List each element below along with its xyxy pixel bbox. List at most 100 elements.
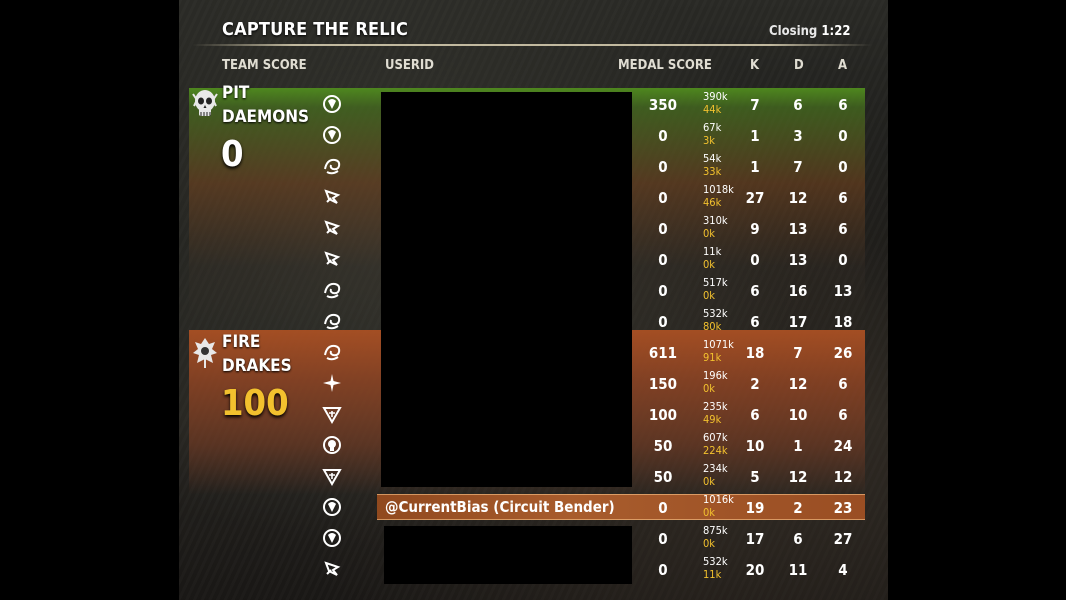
player-kills: 5 [750,468,760,486]
title-divider [192,44,872,46]
player-row[interactable]: 611 1071k 91k 18 7 26 [179,336,888,367]
header-medal-score[interactable]: MEDAL SCORE [618,58,712,73]
player-row[interactable]: 0 67k 3k 1 3 0 [179,119,888,150]
header-kills[interactable]: K [750,58,759,73]
player-kills: 1 [750,127,760,145]
player-row-self[interactable]: @CurrentBias (Circuit Bender) 0 1016k 0k… [179,491,888,522]
player-row[interactable]: 0 54k 33k 1 7 0 [179,150,888,181]
player-deaths: 13 [788,220,808,238]
player-deaths: 2 [793,499,803,517]
necromancer-icon [321,434,343,456]
templar-icon [321,403,343,425]
header-userid[interactable]: USERID [385,58,434,73]
player-assists: 23 [833,499,853,517]
player-kills: 6 [750,282,760,300]
player-row[interactable]: 100 235k 49k 6 10 6 [179,398,888,429]
player-medal-score: 50 [653,437,673,455]
player-medal-score: 0 [658,530,668,548]
player-row[interactable]: 0 875k 0k 17 6 27 [179,522,888,553]
player-healing: 33k [703,165,722,178]
closing-label: Closing [769,24,818,39]
player-medal-score: 350 [648,96,678,114]
header-team-score[interactable]: TEAM SCORE [222,58,307,73]
player-row[interactable]: 150 196k 0k 2 12 6 [179,367,888,398]
warden-icon [321,217,343,239]
player-medal-score: 0 [658,313,668,331]
player-healing: 0k [703,475,716,488]
player-kills: 10 [745,437,765,455]
player-healing: 91k [703,351,722,364]
player-deaths: 1 [793,437,803,455]
player-row[interactable]: 0 310k 0k 9 13 6 [179,212,888,243]
player-row[interactable]: 350 390k 44k 7 6 6 [179,88,888,119]
warden-icon [321,186,343,208]
player-row[interactable]: 0 11k 0k 0 13 0 [179,243,888,274]
player-damage: 54k [703,152,722,165]
player-deaths: 12 [788,189,808,207]
player-row[interactable]: 50 607k 224k 10 1 24 [179,429,888,460]
player-deaths: 6 [793,530,803,548]
player-row[interactable]: 0 532k 80k 6 17 18 [179,305,888,336]
player-assists: 0 [838,158,848,176]
match-title: CAPTURE THE RELIC [222,19,409,40]
header-assists[interactable]: A [838,58,847,73]
dragonknight-icon [321,155,343,177]
player-damage: 1071k [703,338,734,351]
player-deaths: 16 [788,282,808,300]
player-deaths: 10 [788,406,808,424]
player-healing: 3k [703,134,716,147]
warden-icon [321,558,343,580]
scoreboard-panel: CAPTURE THE RELIC Closing 1:22 TEAM SCOR… [179,0,888,600]
player-healing: 11k [703,568,722,581]
player-damage: 1016k [703,493,734,506]
player-kills: 2 [750,375,760,393]
player-kills: 27 [745,189,765,207]
player-assists: 27 [833,530,853,548]
player-userid: @CurrentBias (Circuit Bender) [385,498,615,516]
player-assists: 6 [838,220,848,238]
player-row[interactable]: 50 234k 0k 5 12 12 [179,460,888,491]
player-kills: 17 [745,530,765,548]
player-damage: 532k [703,555,728,568]
closing-timer: Closing 1:22 [769,24,850,39]
player-kills: 19 [745,499,765,517]
player-deaths: 7 [793,158,803,176]
player-kills: 9 [750,220,760,238]
player-kills: 18 [745,344,765,362]
player-assists: 6 [838,189,848,207]
player-damage: 390k [703,90,728,103]
player-damage: 532k [703,307,728,320]
player-medal-score: 0 [658,220,668,238]
nightblade-icon [321,93,343,115]
header-deaths[interactable]: D [794,58,804,73]
player-healing: 0k [703,289,716,302]
player-damage: 235k [703,400,728,413]
player-assists: 24 [833,437,853,455]
player-assists: 6 [838,406,848,424]
player-healing: 0k [703,506,716,519]
player-medal-score: 150 [648,375,678,393]
player-kills: 20 [745,561,765,579]
dragonknight-icon [321,279,343,301]
player-healing: 46k [703,196,722,209]
player-medal-score: 611 [648,344,678,362]
player-row[interactable]: 0 1018k 46k 27 12 6 [179,181,888,212]
sorcerer-icon [321,372,343,394]
player-assists: 0 [838,251,848,269]
player-deaths: 3 [793,127,803,145]
player-healing: 0k [703,258,716,271]
player-healing: 0k [703,382,716,395]
player-row[interactable]: 0 532k 11k 20 11 4 [179,553,888,584]
templar-icon [321,465,343,487]
player-row[interactable]: 0 517k 0k 6 16 13 [179,274,888,305]
dragonknight-icon [321,310,343,332]
closing-time: 1:22 [821,24,851,39]
player-medal-score: 0 [658,561,668,579]
player-damage: 234k [703,462,728,475]
player-assists: 0 [838,127,848,145]
player-deaths: 6 [793,96,803,114]
player-damage: 607k [703,431,728,444]
player-deaths: 11 [788,561,808,579]
player-assists: 13 [833,282,853,300]
player-deaths: 12 [788,468,808,486]
